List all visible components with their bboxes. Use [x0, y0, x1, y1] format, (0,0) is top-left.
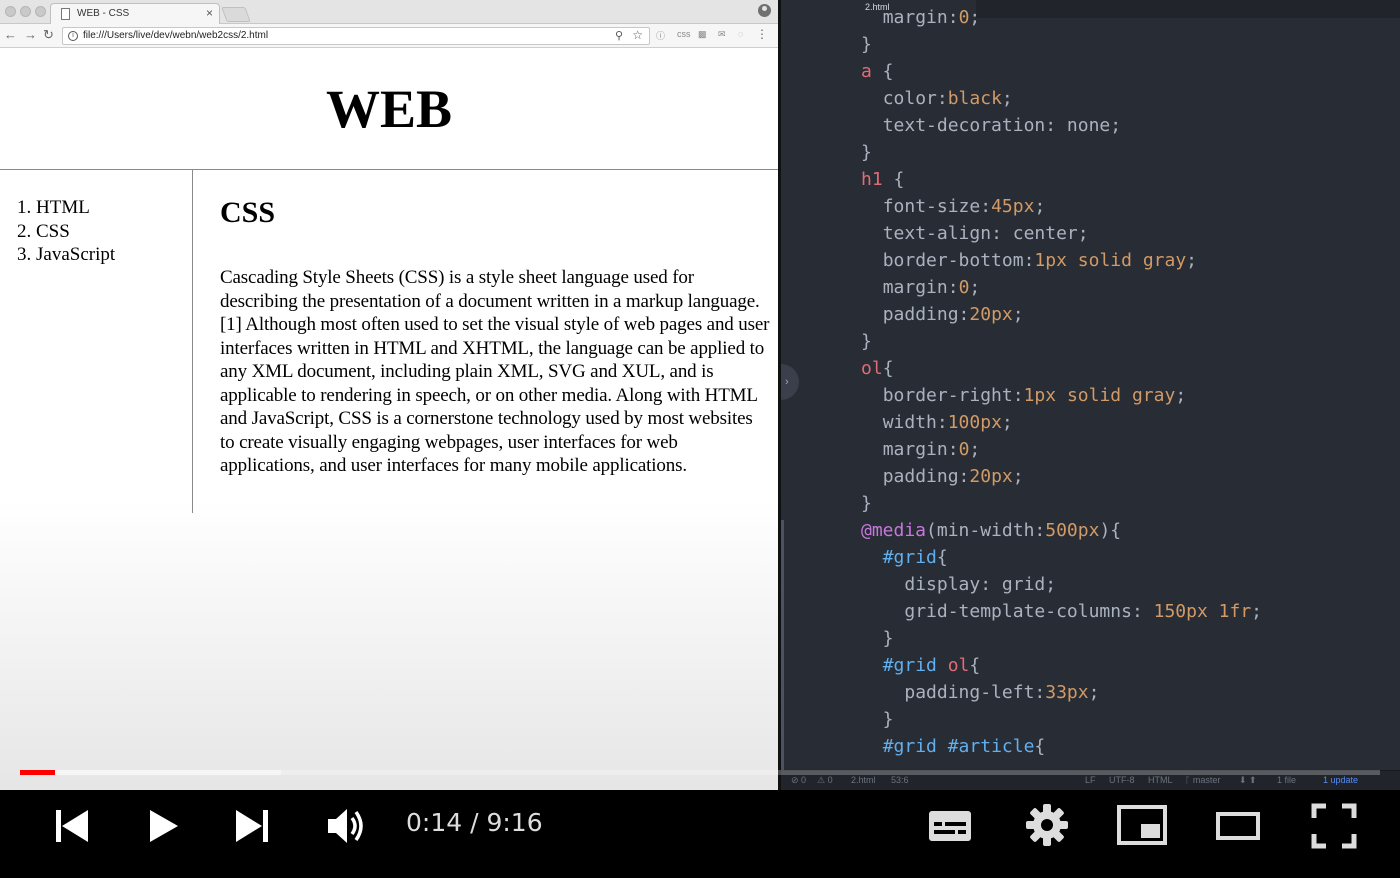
- page-viewport: WEB 1. HTML 2. CSS 3. JavaScript CSS Cas…: [0, 49, 778, 790]
- line-ending[interactable]: LF: [1085, 775, 1096, 785]
- browser-menu-icon[interactable]: ⋮: [756, 28, 768, 40]
- back-arrow-icon[interactable]: ←: [4, 27, 17, 43]
- settings-gear-icon[interactable]: [1024, 802, 1070, 848]
- git-branch[interactable]: ᚴ master: [1185, 775, 1220, 785]
- theater-mode-icon[interactable]: [1214, 804, 1262, 848]
- extension-info-icon[interactable]: ⓘ: [656, 29, 665, 42]
- address-bar[interactable]: i file:///Users/live/dev/webn/web2css/2.…: [62, 27, 650, 45]
- code-line[interactable]: #grid ol{: [861, 652, 981, 679]
- video-progress-bar[interactable]: [20, 770, 1380, 775]
- code-line[interactable]: @media(min-width:500px){: [861, 517, 1121, 544]
- article: CSS Cascading Style Sheets (CSS) is a st…: [220, 194, 770, 478]
- git-files[interactable]: 1 file: [1277, 775, 1296, 785]
- code-line[interactable]: padding-left:33px;: [861, 679, 1099, 706]
- code-line[interactable]: grid-template-columns: 150px 1fr;: [861, 598, 1262, 625]
- nav-item-javascript: 3. JavaScript: [17, 243, 192, 267]
- zoom-icon[interactable]: ⚲: [615, 29, 623, 42]
- video-controls: 0:14 / 9:16: [0, 790, 1400, 878]
- code-line[interactable]: ol{: [861, 355, 894, 382]
- code-editor[interactable]: 2.html margin:0;} a { color:black; text-d…: [781, 0, 1400, 790]
- forward-arrow-icon[interactable]: →: [24, 27, 37, 43]
- code-line[interactable]: }: [861, 328, 872, 355]
- close-window-button[interactable]: [5, 6, 16, 17]
- extension-toggle-icon[interactable]: ◌: [738, 29, 743, 39]
- nav-item-css: 2. CSS: [17, 220, 192, 244]
- subtitles-icon[interactable]: [926, 804, 974, 848]
- warning-count[interactable]: ⚠ 0: [817, 775, 833, 786]
- cursor-position[interactable]: 53:6: [891, 775, 909, 785]
- miniplayer-icon[interactable]: [1116, 802, 1168, 848]
- code-line[interactable]: #grid{: [861, 544, 948, 571]
- page-heading: WEB: [0, 49, 778, 170]
- article-title: CSS: [220, 196, 276, 229]
- code-line[interactable]: padding:20px;: [861, 301, 1024, 328]
- previous-icon[interactable]: [52, 806, 92, 846]
- error-count[interactable]: ⊘ 0: [791, 775, 806, 786]
- code-line[interactable]: }: [861, 139, 872, 166]
- code-line[interactable]: color:black;: [861, 85, 1013, 112]
- progress-buffered: [20, 770, 282, 775]
- nav-item-html: 1. HTML: [17, 196, 192, 220]
- git-fetch-arrows[interactable]: ⬇ ⬆: [1239, 775, 1257, 786]
- extension-mail-icon[interactable]: ✉: [718, 29, 726, 40]
- code-line[interactable]: display: grid;: [861, 571, 1056, 598]
- minimize-window-button[interactable]: [20, 6, 31, 17]
- code-line[interactable]: margin:0;: [861, 436, 981, 463]
- code-line[interactable]: margin:0;: [861, 274, 981, 301]
- code-line[interactable]: text-align: center;: [861, 220, 1089, 247]
- code-line[interactable]: margin:0;: [861, 4, 981, 31]
- article-body: Cascading Style Sheets (CSS) is a style …: [220, 267, 770, 476]
- file-encoding[interactable]: UTF-8: [1109, 775, 1135, 785]
- volume-icon[interactable]: [324, 804, 368, 848]
- tree-view-toggle-icon[interactable]: ›: [781, 364, 799, 400]
- code-line[interactable]: }: [861, 706, 894, 733]
- browser-window: WEB - CSS × ← → ↻ i file:///Users/live/d…: [0, 0, 778, 790]
- nav-link-html[interactable]: 1. HTML: [17, 197, 90, 218]
- fullscreen-icon[interactable]: [1310, 802, 1358, 850]
- address-url[interactable]: file:///Users/live/dev/webn/web2css/2.ht…: [83, 30, 268, 41]
- code-line[interactable]: border-bottom:1px solid gray;: [861, 247, 1197, 274]
- nav-link-css[interactable]: 2. CSS: [17, 221, 70, 242]
- update-badge[interactable]: 1 update: [1323, 775, 1358, 785]
- reload-icon[interactable]: ↻: [43, 27, 54, 43]
- profile-icon[interactable]: [758, 4, 771, 17]
- next-icon[interactable]: [232, 806, 272, 846]
- extension-chart-icon[interactable]: ▩: [698, 29, 707, 40]
- grammar[interactable]: HTML: [1148, 775, 1173, 785]
- new-tab-button[interactable]: [221, 7, 251, 22]
- code-line[interactable]: font-size:45px;: [861, 193, 1046, 220]
- code-line[interactable]: text-decoration: none;: [861, 112, 1121, 139]
- info-icon[interactable]: i: [68, 31, 78, 41]
- browser-tab-title: WEB - CSS: [77, 8, 130, 19]
- code-line[interactable]: width:100px;: [861, 409, 1013, 436]
- code-line[interactable]: h1 {: [861, 166, 904, 193]
- progress-played: [20, 770, 55, 775]
- code-line[interactable]: a {: [861, 58, 894, 85]
- nav-list: 1. HTML 2. CSS 3. JavaScript: [0, 170, 193, 513]
- extension-css-icon[interactable]: css: [677, 29, 691, 39]
- browser-tab-bar: WEB - CSS ×: [0, 0, 778, 24]
- bookmark-star-icon[interactable]: ☆: [632, 28, 643, 42]
- code-line[interactable]: }: [861, 625, 894, 652]
- code-line[interactable]: #grid #article{: [861, 733, 1046, 760]
- code-line[interactable]: padding:20px;: [861, 463, 1024, 490]
- code-line[interactable]: }: [861, 490, 872, 517]
- code-line[interactable]: border-right:1px solid gray;: [861, 382, 1186, 409]
- document-icon: [61, 8, 70, 20]
- time-display: 0:14 / 9:16: [406, 808, 543, 837]
- browser-toolbar: ← → ↻ i file:///Users/live/dev/webn/web2…: [0, 24, 778, 48]
- tab-close-icon[interactable]: ×: [206, 6, 213, 20]
- code-line[interactable]: }: [861, 31, 872, 58]
- browser-tab[interactable]: WEB - CSS ×: [50, 3, 220, 24]
- nav-link-javascript[interactable]: 3. JavaScript: [17, 244, 115, 265]
- status-file-name[interactable]: 2.html: [851, 775, 876, 785]
- zoom-window-button[interactable]: [35, 6, 46, 17]
- play-icon[interactable]: [146, 806, 182, 846]
- editor-scrollbar[interactable]: [781, 520, 784, 770]
